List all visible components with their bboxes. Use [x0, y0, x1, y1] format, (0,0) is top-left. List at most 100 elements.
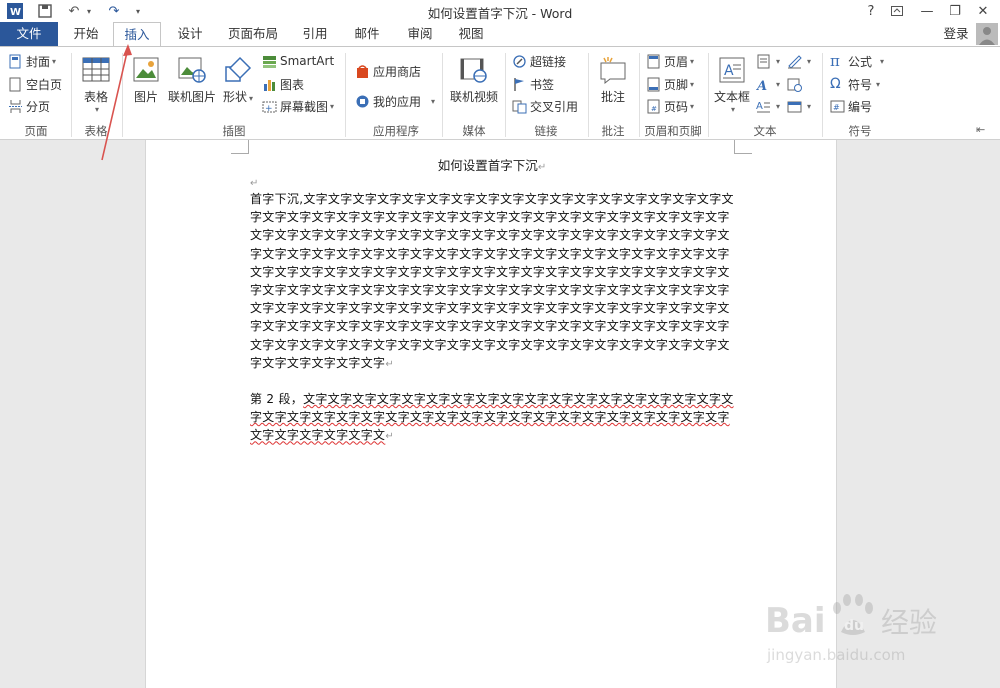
separator [122, 53, 123, 137]
close-button[interactable]: ✕ [970, 0, 996, 22]
screenshot-icon: + [262, 101, 277, 114]
quick-parts-button[interactable]: ▾ [756, 51, 780, 71]
cover-page-button[interactable]: 封面 ▾ [8, 51, 56, 71]
help-button[interactable]: ? [858, 0, 884, 22]
screenshot-label: 屏幕截图 [280, 99, 329, 114]
shapes-button[interactable]: 形状 ▾ [220, 55, 256, 105]
page-number-button[interactable]: # 页码 ▾ [646, 96, 694, 116]
symbol-button[interactable]: Ω 符号 ▾ [830, 74, 880, 94]
document-title-text: 如何设置首字下沉 [437, 158, 538, 173]
avatar[interactable] [976, 23, 998, 45]
tab-page-layout[interactable]: 页面布局 [222, 22, 284, 46]
svg-text:#: # [651, 105, 657, 113]
header-icon [647, 54, 660, 68]
screenshot-button[interactable]: + 屏幕截图 ▾ [262, 96, 334, 116]
smartart-label: SmartArt [280, 54, 335, 68]
chart-button[interactable]: 图表 [262, 74, 304, 94]
document-title[interactable]: 如何设置首字下沉↵ [250, 155, 734, 174]
table-button[interactable]: 表格 ▾ [78, 55, 114, 114]
comment-label: 批注 [600, 90, 625, 104]
tables-group-label: 表格 [84, 124, 108, 138]
footer-label: 页脚 [664, 77, 689, 92]
blank-page-label: 空白页 [26, 77, 63, 92]
undo-icon[interactable]: ↶ [64, 2, 84, 20]
my-apps-label: 我的应用 [373, 94, 422, 109]
object-icon [787, 101, 802, 112]
footer-icon [647, 77, 660, 91]
tab-mailings[interactable]: 邮件 [347, 22, 387, 46]
chart-icon [264, 79, 275, 91]
save-icon[interactable] [36, 2, 54, 20]
smartart-button[interactable]: SmartArt [262, 51, 334, 71]
blank-page-button[interactable]: 空白页 [8, 74, 62, 94]
minimize-button[interactable]: — [914, 0, 940, 22]
redo-icon[interactable]: ↷ [104, 2, 124, 20]
object-button[interactable]: ▾ [787, 96, 811, 116]
sign-in-link[interactable]: 登录 [936, 22, 976, 46]
blank-page-icon [9, 77, 21, 91]
bookmark-label: 书签 [530, 77, 555, 92]
picture-label: 图片 [133, 90, 158, 104]
svg-text:#: # [833, 103, 840, 112]
paragraph-2-prefix: 第 2 段， [250, 392, 304, 406]
hyperlink-label: 超链接 [530, 54, 567, 69]
footer-button[interactable]: 页脚 ▾ [646, 74, 694, 94]
hyperlink-icon [513, 54, 526, 68]
tab-view[interactable]: 视图 [451, 22, 491, 46]
date-time-button[interactable] [787, 74, 805, 94]
restore-button[interactable]: ❐ [942, 0, 968, 22]
online-video-button[interactable]: 联机视频 [448, 55, 500, 105]
customize-icon[interactable]: ▾ [132, 2, 144, 20]
tab-references[interactable]: 引用 [295, 22, 335, 46]
tab-review[interactable]: 审阅 [400, 22, 440, 46]
page-break-button[interactable]: 分页 [8, 96, 50, 116]
date-time-icon [787, 78, 802, 92]
paragraph-mark: ↵ [385, 358, 394, 370]
collapse-ribbon-icon[interactable]: ⇤ [976, 123, 985, 136]
online-picture-icon [178, 57, 206, 83]
tab-design[interactable]: 设计 [170, 22, 210, 46]
ribbon-display-options-button[interactable] [884, 0, 910, 22]
wordart-button[interactable]: A ▾ [756, 74, 780, 94]
paragraph-1[interactable]: 首字下沉,文字文字文字文字文字文字文字文字文字文字文字文字文字文字文字文字文字文… [250, 190, 734, 374]
picture-icon [133, 57, 159, 82]
drop-cap-button[interactable]: A ▾ [756, 96, 780, 116]
table-label: 表格 [83, 90, 108, 104]
svg-text:A: A [756, 101, 763, 112]
my-apps-button[interactable]: 我的应用 ▾ [355, 91, 435, 111]
textbox-button[interactable]: A 文本框 ▾ [712, 55, 752, 114]
undo-dropdown-icon[interactable]: ▾ [84, 2, 94, 20]
signature-line-button[interactable]: ▾ [787, 51, 811, 71]
comment-button[interactable]: 批注 [594, 55, 632, 105]
word-logo-icon[interactable]: W [6, 2, 24, 20]
drop-cap-icon: A [756, 101, 770, 112]
separator [71, 53, 72, 137]
paragraph-2[interactable]: 第 2 段，文字文字文字文字文字文字文字文字文字文字文字文字文字文字文字文字文字… [250, 390, 734, 447]
header-button[interactable]: 页眉 ▾ [646, 51, 694, 71]
bookmark-button[interactable]: 书签 [512, 74, 554, 94]
equation-button[interactable]: π 公式 ▾ [830, 51, 884, 71]
numbering-button[interactable]: # 编号 [830, 96, 872, 116]
tab-home[interactable]: 开始 [66, 22, 106, 46]
wordart-icon: A [756, 79, 767, 92]
online-picture-button[interactable]: 联机图片 [166, 55, 218, 105]
pages-group-label: 页面 [24, 124, 48, 138]
hyperlink-button[interactable]: 超链接 [512, 51, 566, 71]
app-store-button[interactable]: 应用商店 [355, 61, 421, 81]
cover-page-label: 封面 [26, 54, 51, 69]
omega-icon: Ω [830, 75, 841, 92]
window-title: 如何设置首字下沉 - Word [427, 6, 573, 21]
page-number-label: 页码 [664, 99, 689, 114]
cross-reference-button[interactable]: 交叉引用 [512, 96, 578, 116]
symbol-label: 符号 [848, 77, 873, 92]
textbox-icon: A [719, 57, 745, 83]
tab-insert[interactable]: 插入 [113, 22, 161, 47]
store-icon [357, 64, 368, 78]
equation-label: 公式 [848, 54, 873, 69]
bookmark-icon [514, 77, 524, 91]
tab-file[interactable]: 文件 [0, 22, 58, 46]
text-group-label: 文本 [753, 124, 777, 138]
page-break-label: 分页 [26, 99, 51, 114]
symbols-group-label: 符号 [848, 124, 872, 138]
picture-button[interactable]: 图片 [128, 55, 164, 105]
